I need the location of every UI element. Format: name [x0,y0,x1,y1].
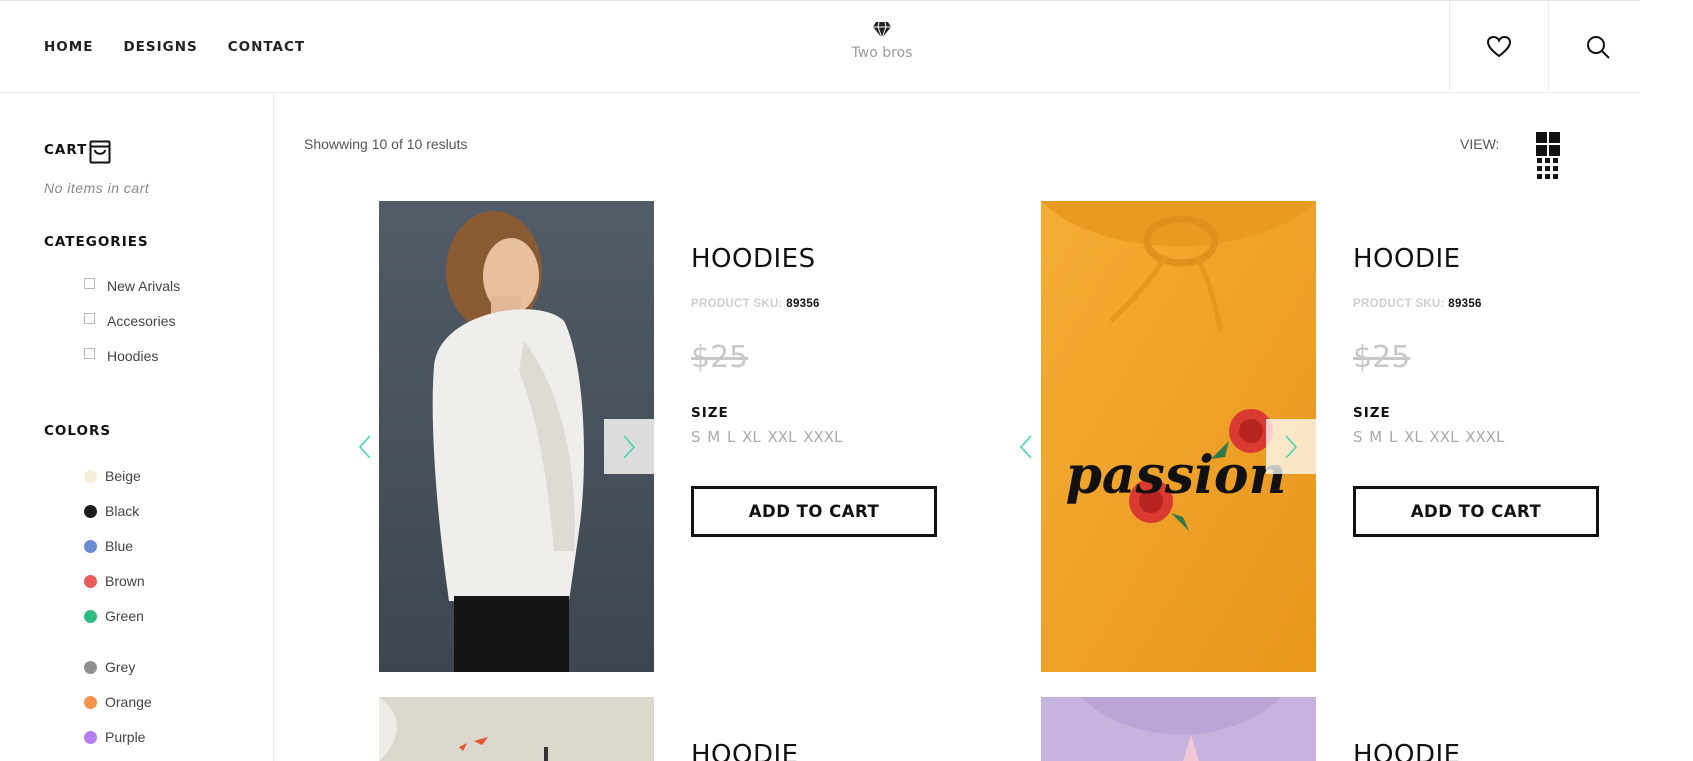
color-swatch [84,660,97,674]
size-options[interactable]: S M L XL XXL XXXL [1353,428,1504,446]
product-title: HOODIE [1353,244,1461,274]
color-label: Brown [105,573,145,589]
color-label: Blue [105,538,134,554]
add-to-cart-button[interactable]: ADD TO CART [691,486,937,537]
size-label: SIZE [691,405,729,421]
sku-value: 89356 [786,298,820,310]
carousel-next-button[interactable] [1266,419,1316,474]
checkbox[interactable] [84,277,95,289]
color-label: Black [105,503,140,519]
color-label: Beige [105,468,141,484]
graphic-text: passion [1066,445,1287,506]
carousel-prev-button[interactable] [340,419,390,474]
color-label: Purple [105,729,146,745]
nav-contact-link[interactable]: CONTACT [228,39,305,55]
category-accessories[interactable]: Accesories [84,312,176,329]
product-price: $25 [1353,340,1411,375]
color-swatch [84,730,97,744]
colors-title: COLORS [44,423,112,439]
color-purple[interactable]: Purple [84,729,145,745]
heart-icon [1487,36,1511,58]
search-icon [1587,36,1610,59]
chevron-left-icon [1019,434,1032,459]
category-hoodies[interactable]: Hoodies [84,347,159,364]
color-brown[interactable]: Brown [84,573,145,589]
brand-name: Two bros [851,45,913,61]
checkbox[interactable] [84,347,95,359]
product-sku: PRODUCT SKU: 89356 [1353,298,1482,310]
cart-empty-text: No items in cart [44,180,150,196]
size-options[interactable]: S M L XL XXL XXXL [691,428,842,446]
product-title: HOODIE [1353,740,1461,761]
color-label: Orange [105,694,152,710]
category-new-arrivals[interactable]: New Arivals [84,277,181,294]
add-to-cart-button[interactable]: ADD TO CART [1353,486,1599,537]
view-label: VIEW: [1460,136,1500,152]
diamond-icon [873,21,891,39]
product-image[interactable] [1041,697,1316,761]
product-price: $25 [691,340,749,375]
product-photo-sweatshirt [379,697,654,761]
product-title: HOODIES [691,244,816,274]
color-swatch [84,469,97,483]
categories-title: CATEGORIES [44,234,149,250]
sidebar: CART No items in cart CATEGORIES New Ari… [0,93,274,761]
category-label: Hoodies [107,348,159,364]
results-count: Showwing 10 of 10 resluts [304,136,468,152]
color-swatch [84,609,97,623]
shopping-bag-icon[interactable] [89,140,111,164]
color-swatch [84,504,97,518]
color-blue[interactable]: Blue [84,538,133,554]
color-green[interactable]: Green [84,608,144,624]
product-sku: PRODUCT SKU: 89356 [691,298,820,310]
color-beige[interactable]: Beige [84,468,141,484]
carousel-next-button[interactable] [604,419,654,474]
category-label: Accesories [107,313,176,329]
chevron-left-icon [358,434,371,459]
brand-logo[interactable]: Two bros [832,21,932,61]
site-header: HOME DESIGNS CONTACT Two bros [0,0,1640,93]
cart-title: CART [44,142,88,158]
product-title: HOODIE [691,740,799,761]
sku-value: 89356 [1448,298,1482,310]
nav-home-link[interactable]: HOME [44,39,93,55]
nav-designs-link[interactable]: DESIGNS [123,39,197,55]
color-label: Green [105,608,144,624]
sku-label: PRODUCT SKU: [691,298,783,310]
wishlist-button[interactable] [1449,1,1548,93]
color-orange[interactable]: Orange [84,694,152,710]
color-black[interactable]: Black [84,503,139,519]
checkbox[interactable] [84,312,95,324]
color-swatch [84,574,97,588]
search-button[interactable] [1548,1,1647,93]
main-nav: HOME DESIGNS CONTACT [44,39,305,55]
color-swatch [84,695,97,709]
carousel-prev-button[interactable] [1001,419,1051,474]
grid-view-icon[interactable] [1536,132,1560,156]
product-image[interactable] [379,697,654,761]
color-label: Grey [105,659,136,675]
product-photo-lilac-hoodie [1041,697,1316,761]
sku-label: PRODUCT SKU: [1353,298,1445,310]
list-view-icon[interactable] [1536,158,1560,180]
category-label: New Arivals [107,278,181,294]
size-label: SIZE [1353,405,1391,421]
chevron-right-icon [623,434,636,459]
chevron-right-icon [1285,434,1298,459]
color-swatch [84,539,97,553]
color-grey[interactable]: Grey [84,659,135,675]
